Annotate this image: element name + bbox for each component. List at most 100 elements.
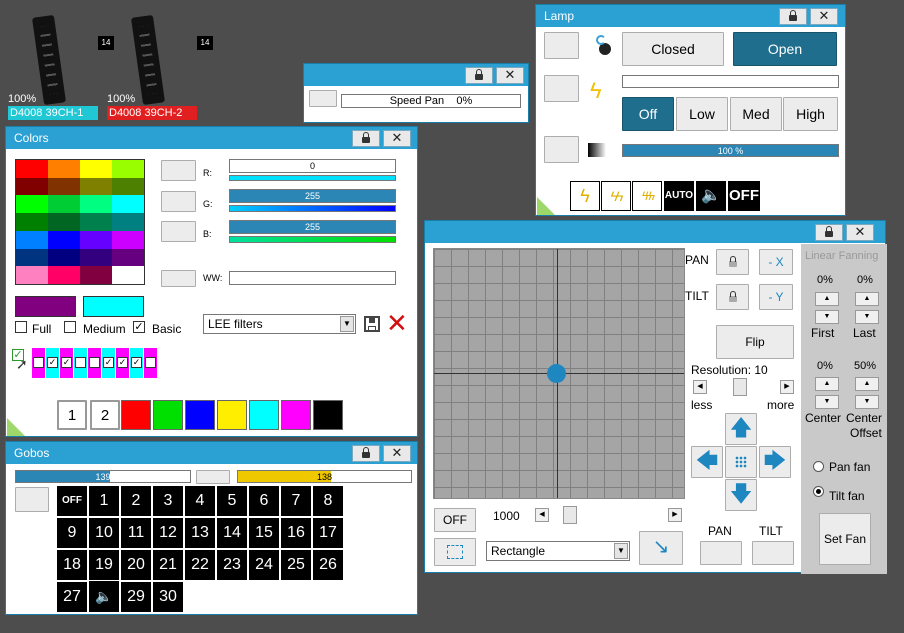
gobo-tile[interactable]: 20 xyxy=(121,550,151,580)
offset-up-button[interactable]: ▲ xyxy=(855,377,879,391)
pan-fan-radio[interactable] xyxy=(813,461,824,472)
speed-pan-toggle-button[interactable] xyxy=(309,90,337,107)
tilt-lock-button[interactable] xyxy=(716,284,749,310)
color-preset-button[interactable] xyxy=(281,400,311,430)
color-swatch[interactable] xyxy=(48,248,80,267)
resolution-slider-thumb[interactable] xyxy=(733,378,747,396)
gobo-tile[interactable]: 19 xyxy=(89,550,119,580)
tilt-fan-radio[interactable] xyxy=(813,486,824,497)
color-preset-button[interactable] xyxy=(121,400,151,430)
head-selector[interactable] xyxy=(32,348,45,378)
color-swatch[interactable] xyxy=(112,266,144,284)
color-preset-button[interactable] xyxy=(313,400,343,430)
close-button[interactable]: ✕ xyxy=(810,8,838,25)
last-up-button[interactable]: ▲ xyxy=(855,292,879,306)
speed-slider-thumb[interactable] xyxy=(563,506,577,524)
color-swatch[interactable] xyxy=(80,248,112,267)
head-checkbox[interactable] xyxy=(33,357,44,368)
color-swatch[interactable] xyxy=(80,213,112,231)
gobo-tile[interactable]: 16 xyxy=(281,518,311,548)
close-button[interactable]: ✕ xyxy=(846,224,874,241)
color-swatch[interactable] xyxy=(112,213,144,231)
close-button[interactable]: ✕ xyxy=(496,67,524,84)
gobo-tile[interactable]: 3 xyxy=(153,486,183,516)
pantilt-grid-area[interactable] xyxy=(433,248,685,499)
full-checkbox[interactable] xyxy=(15,321,27,333)
ww-toggle-button[interactable] xyxy=(161,270,196,287)
gobo-tile[interactable]: 18 xyxy=(57,550,87,580)
color-swatch[interactable] xyxy=(112,177,144,196)
shape-select-icon-button[interactable] xyxy=(434,538,476,566)
open-button[interactable]: Open xyxy=(733,32,837,66)
head-checkbox[interactable]: ✓ xyxy=(47,357,58,368)
gobo-tile[interactable]: 14 xyxy=(217,518,247,548)
shutter-toggle-button[interactable] xyxy=(544,32,579,59)
head-checkbox[interactable]: ✓ xyxy=(117,357,128,368)
head-selector[interactable] xyxy=(88,348,101,378)
strobe-medium-button[interactable]: ϟϟ xyxy=(601,181,631,211)
color-swatch[interactable] xyxy=(48,177,80,196)
gobo-tile[interactable]: 26 xyxy=(313,550,343,580)
gobo-tile[interactable]: 9 xyxy=(57,518,87,548)
gobo-wheel-2-bar[interactable]: 138 xyxy=(237,470,412,483)
color-swatch[interactable] xyxy=(48,195,80,214)
color-page-1-button[interactable]: 1 xyxy=(57,400,87,430)
shape-select[interactable]: Rectangle ▼ xyxy=(486,541,630,561)
head-selector[interactable]: ✓ xyxy=(130,348,143,378)
first-up-button[interactable]: ▲ xyxy=(815,292,839,306)
pan-lock-button[interactable] xyxy=(716,249,749,275)
head-selector[interactable]: ✓ xyxy=(60,348,73,378)
color-swatch[interactable] xyxy=(48,160,80,178)
gobo-sound-button[interactable]: 🔈 xyxy=(89,581,119,611)
color-swatch[interactable] xyxy=(48,230,80,249)
color-preset-button[interactable] xyxy=(185,400,215,430)
strobe-off-button[interactable]: OFF xyxy=(728,181,760,211)
lamp-off-button[interactable]: Off xyxy=(622,97,674,131)
head-checkbox[interactable]: ✓ xyxy=(103,357,114,368)
color-swatch[interactable] xyxy=(16,177,48,196)
lock-button[interactable] xyxy=(352,445,380,462)
gobo-wheel-1-bar[interactable]: 139 xyxy=(15,470,191,483)
gobo-tile[interactable]: 21 xyxy=(153,550,183,580)
gobo-tile[interactable]: 22 xyxy=(185,550,215,580)
gobo-tile[interactable]: 12 xyxy=(153,518,183,548)
gobo-tile[interactable]: 30 xyxy=(153,582,183,612)
minus-y-button[interactable]: - Y xyxy=(759,284,793,310)
head-selector[interactable] xyxy=(74,348,87,378)
lock-button[interactable] xyxy=(352,130,380,147)
move-up-button[interactable]: 🡅 xyxy=(725,413,757,445)
gobo-tile[interactable]: 6 xyxy=(249,486,279,516)
gobo-select-button[interactable] xyxy=(15,487,49,512)
gobo-toggle-button[interactable] xyxy=(196,470,230,484)
lamp-low-button[interactable]: Low xyxy=(676,97,728,131)
red-slider[interactable] xyxy=(229,175,396,181)
lock-button[interactable] xyxy=(779,8,807,25)
center-button[interactable] xyxy=(725,446,757,478)
color-swatch[interactable] xyxy=(112,230,144,249)
dimmer-bar[interactable]: 100 % xyxy=(622,144,839,157)
lamp-intensity-bar[interactable] xyxy=(622,75,839,88)
head-selector[interactable]: ✓ xyxy=(116,348,129,378)
head-checkbox[interactable]: ✓ xyxy=(61,357,72,368)
center-up-button[interactable]: ▲ xyxy=(815,377,839,391)
move-down-button[interactable]: 🡇 xyxy=(725,479,757,511)
red-toggle-button[interactable] xyxy=(161,160,196,181)
pan-fan-button[interactable] xyxy=(700,541,742,565)
gobo-tile[interactable]: 23 xyxy=(217,550,247,580)
head-selector[interactable]: ✓ xyxy=(46,348,59,378)
speed-right-button[interactable]: ▶ xyxy=(668,508,682,522)
blue-toggle-button[interactable] xyxy=(161,221,196,242)
speed-left-button[interactable]: ◀ xyxy=(535,508,549,522)
medium-checkbox[interactable] xyxy=(64,321,76,333)
first-down-button[interactable]: ▼ xyxy=(815,310,839,324)
gobo-tile[interactable]: 1 xyxy=(89,486,119,516)
basic-checkbox[interactable]: ✓ xyxy=(133,321,145,333)
gobo-tile[interactable]: 8 xyxy=(313,486,343,516)
gobo-tile[interactable]: 13 xyxy=(185,518,215,548)
close-button[interactable]: ✕ xyxy=(383,130,411,147)
head-selector[interactable]: ✓ xyxy=(102,348,115,378)
filter-select[interactable]: LEE filters ▼ xyxy=(203,314,356,334)
minus-x-button[interactable]: - X xyxy=(759,249,793,275)
color-swatch[interactable] xyxy=(112,248,144,267)
color-swatch[interactable] xyxy=(80,230,112,249)
